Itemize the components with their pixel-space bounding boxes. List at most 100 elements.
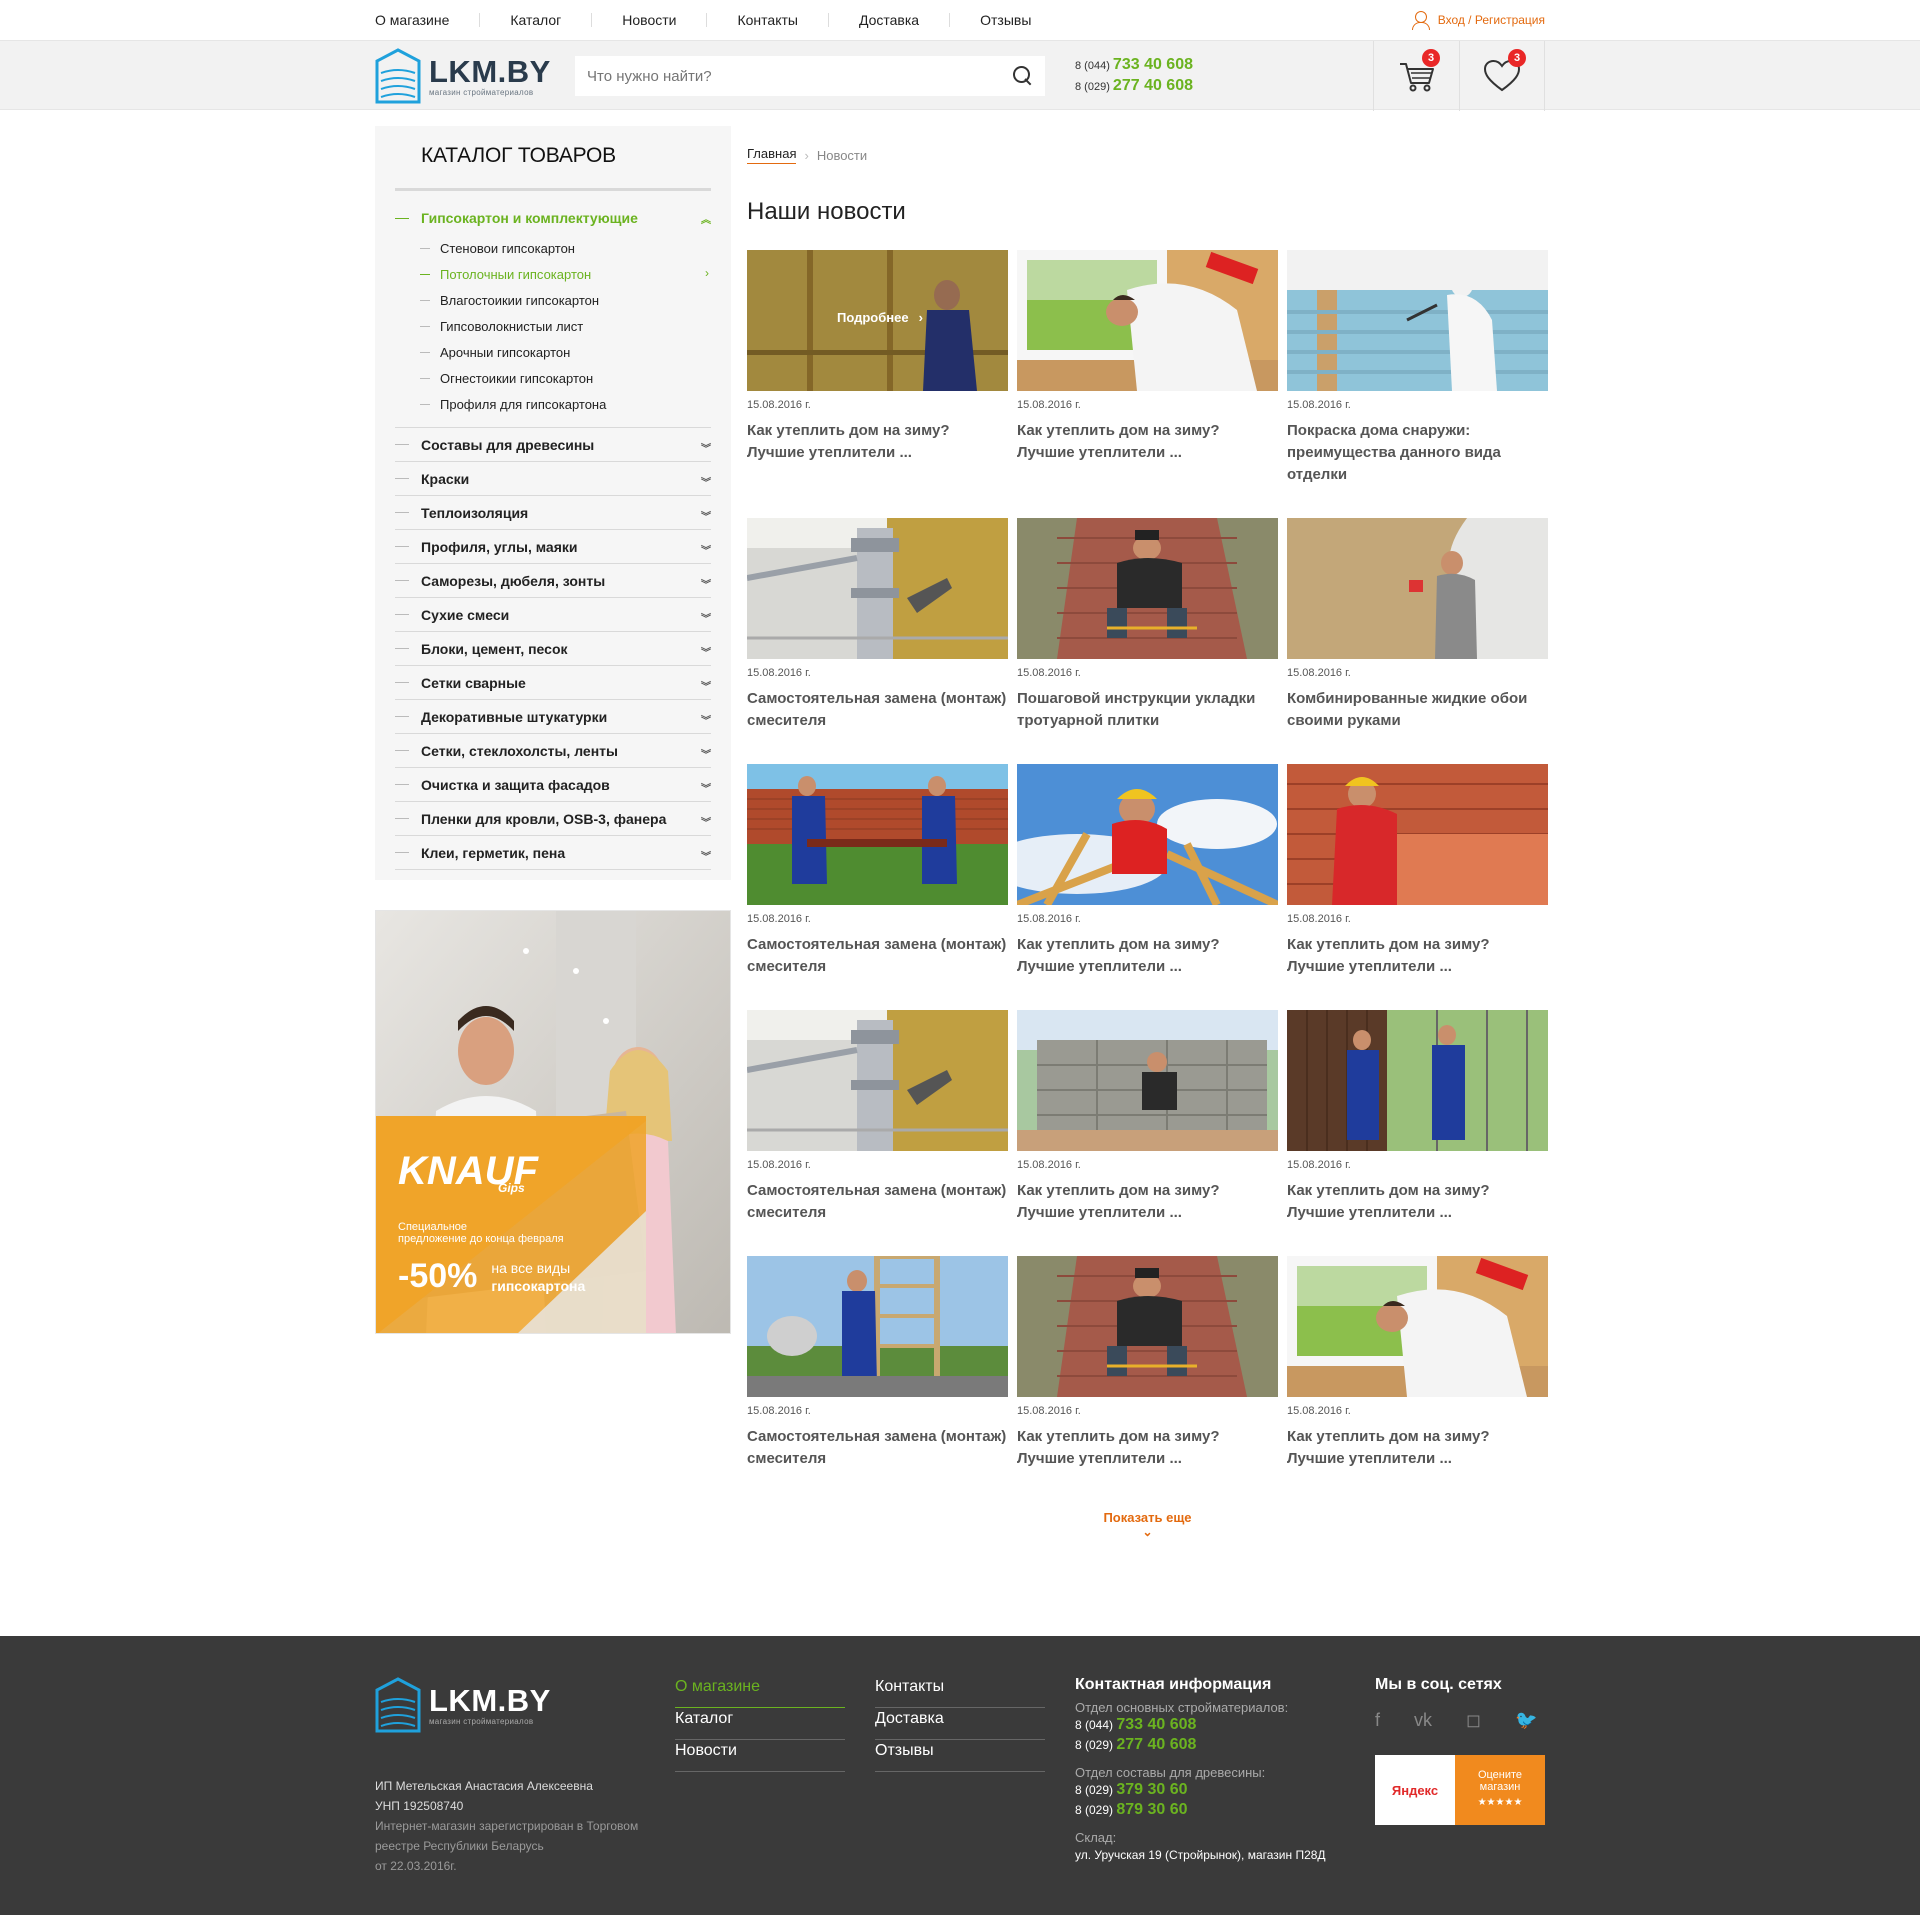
subcategory-item[interactable]: Стеновои гипсокартон — [395, 235, 711, 261]
category-item[interactable]: Саморезы, дюбеля, зонты ︾ — [395, 564, 711, 598]
search-icon[interactable] — [1013, 66, 1033, 86]
news-card[interactable]: 15.08.2016 г. Самостоятельная замена (мон… — [747, 1010, 1008, 1224]
cart-button[interactable]: 3 — [1373, 41, 1459, 111]
login-link[interactable]: Вход / Регистрация — [1411, 11, 1545, 30]
news-title[interactable]: Самостоятельная замена (монтаж) смесител… — [747, 1180, 1008, 1224]
news-card[interactable]: 15.08.2016 г. Пошаговой инструкции укладк… — [1017, 518, 1278, 732]
footer-link-about[interactable]: О магазине — [675, 1676, 845, 1708]
news-image[interactable] — [747, 764, 1008, 905]
news-card[interactable]: 15.08.2016 г. Как утеплить дом на зиму? Л… — [1287, 1256, 1548, 1470]
news-image[interactable] — [747, 1010, 1008, 1151]
news-image[interactable]: Подробнее › — [747, 250, 1008, 391]
news-image[interactable] — [1287, 518, 1548, 659]
news-title[interactable]: Как утеплить дом на зиму? Лучшие утеплит… — [1287, 1180, 1548, 1224]
news-card[interactable]: 15.08.2016 г. Как утеплить дом на зиму? Л… — [1287, 1010, 1548, 1224]
category-item[interactable]: Сухие смеси ︾ — [395, 598, 711, 632]
news-image[interactable] — [1287, 764, 1548, 905]
category-item[interactable]: Блоки, цемент, песок ︾ — [395, 632, 711, 666]
subcategory-item-active[interactable]: Потолочныи гипсокартон › — [395, 261, 711, 287]
news-title[interactable]: Самостоятельная замена (монтаж) смесител… — [747, 688, 1008, 732]
news-image[interactable] — [1017, 1256, 1278, 1397]
topnav-reviews[interactable]: Отзывы — [949, 13, 1061, 27]
news-card[interactable]: 15.08.2016 г. Как утеплить дом на зиму? Л… — [1017, 250, 1278, 486]
news-title[interactable]: Покраска дома снаружи: преимущества данн… — [1287, 420, 1548, 486]
phone-number[interactable]: 733 40 608 — [1116, 1716, 1196, 1733]
subcategory-item[interactable]: Арочныи гипсокартон — [395, 339, 711, 365]
news-card[interactable]: 15.08.2016 г. Как утеплить дом на зиму? Л… — [1017, 764, 1278, 978]
news-title[interactable]: Как утеплить дом на зиму? Лучшие утеплит… — [1017, 1180, 1278, 1224]
footer-logo[interactable]: LKM.BY магазин стройматериалов — [375, 1676, 575, 1734]
footer-link-news[interactable]: Новости — [675, 1740, 845, 1772]
news-title[interactable]: Пошаговой инструкции укладки тротуарной … — [1017, 688, 1278, 732]
news-card[interactable]: 15.08.2016 г. Как утеплить дом на зиму? Л… — [1017, 1010, 1278, 1224]
category-item[interactable]: Теплоизоляция ︾ — [395, 496, 711, 530]
knauf-promo-banner[interactable]: KNAUF Gips Специальное предложение до ко… — [375, 910, 731, 1334]
topnav-news[interactable]: Новости — [591, 13, 706, 27]
news-image[interactable] — [1017, 250, 1278, 391]
topnav-contacts[interactable]: Контакты — [706, 13, 827, 27]
subcategory-item[interactable]: Влагостоикии гипсокартон — [395, 287, 711, 313]
news-card[interactable]: 15.08.2016 г. Комбинированные жидкие обои… — [1287, 518, 1548, 732]
news-card[interactable]: 15.08.2016 г. Покраска дома снаружи: преи… — [1287, 250, 1548, 486]
news-card[interactable]: 15.08.2016 г. Как утеплить дом на зиму? Л… — [1287, 764, 1548, 978]
news-card[interactable]: 15.08.2016 г. Самостоятельная замена (мон… — [747, 1256, 1008, 1470]
subcategory-item[interactable]: Профиля для гипсокартона — [395, 391, 711, 417]
news-image[interactable] — [1017, 764, 1278, 905]
site-logo[interactable]: LKM.BY магазин стройматериалов — [375, 47, 575, 105]
subcategory-item[interactable]: Гипсоволокнистыи лист — [395, 313, 711, 339]
news-card[interactable]: 15.08.2016 г. Как утеплить дом на зиму? Л… — [1017, 1256, 1278, 1470]
news-title[interactable]: Как утеплить дом на зиму? Лучшие утеплит… — [1287, 934, 1548, 978]
category-item[interactable]: Декоративные штукатурки ︾ — [395, 700, 711, 734]
footer-link-catalog[interactable]: Каталог — [675, 1708, 845, 1740]
topnav-about[interactable]: О магазине — [375, 13, 479, 27]
news-image[interactable] — [1287, 250, 1548, 391]
category-item[interactable]: Пленки для кровли, OSB-3, фанера ︾ — [395, 802, 711, 836]
news-title[interactable]: Как утеплить дом на зиму? Лучшие утеплит… — [1287, 1426, 1548, 1470]
topnav-delivery[interactable]: Доставка — [827, 13, 949, 27]
search-input[interactable] — [587, 67, 1013, 85]
news-image[interactable] — [747, 1256, 1008, 1397]
news-card[interactable]: 15.08.2016 г. Самостоятельная замена (мон… — [747, 764, 1008, 978]
footer-link-delivery[interactable]: Доставка — [875, 1708, 1045, 1740]
news-card[interactable]: Подробнее › 15.08.2016 г. Как утеплить дом … — [747, 250, 1008, 486]
news-image[interactable] — [1287, 1256, 1548, 1397]
phone-number[interactable]: 379 30 60 — [1116, 1781, 1187, 1798]
category-item[interactable]: Профиля, углы, маяки ︾ — [395, 530, 711, 564]
category-item[interactable]: Очистка и защита фасадов ︾ — [395, 768, 711, 802]
news-card[interactable]: 15.08.2016 г. Самостоятельная замена (мон… — [747, 518, 1008, 732]
subcategory-item[interactable]: Огнестоикии гипсокартон — [395, 365, 711, 391]
category-item[interactable]: Краски ︾ — [395, 462, 711, 496]
phone-number[interactable]: 879 30 60 — [1116, 1801, 1187, 1818]
news-title[interactable]: Самостоятельная замена (монтаж) смесител… — [747, 934, 1008, 978]
news-title[interactable]: Как утеплить дом на зиму? Лучшие утеплит… — [1017, 1426, 1278, 1470]
category-item[interactable]: Сетки, стеклохолсты, ленты ︾ — [395, 734, 711, 768]
yandex-rating-widget[interactable]: Яндекс Оцените магазин ★★★★★ — [1375, 1755, 1545, 1825]
footer-link-reviews[interactable]: Отзывы — [875, 1740, 1045, 1772]
category-item[interactable]: Сетки сварные ︾ — [395, 666, 711, 700]
category-gypsum[interactable]: Гипсокартон и комплектующие ︽ — [395, 207, 711, 229]
news-image[interactable] — [1287, 1010, 1548, 1151]
category-item[interactable]: Составы для древесины ︾ — [395, 428, 711, 462]
news-image[interactable] — [1017, 1010, 1278, 1151]
twitter-icon[interactable]: 🐦 — [1515, 1710, 1537, 1731]
more-link[interactable]: Подробнее › — [837, 310, 923, 325]
footer-link-contacts[interactable]: Контакты — [875, 1676, 1045, 1708]
news-title[interactable]: Как утеплить дом на зиму? Лучшие утеплит… — [1017, 934, 1278, 978]
breadcrumb-home[interactable]: Главная — [747, 146, 797, 164]
news-title[interactable]: Как утеплить дом на зиму? Лучшие утеплит… — [1017, 420, 1278, 464]
instagram-icon[interactable]: ◻ — [1466, 1710, 1481, 1731]
phone1-number[interactable]: 733 40 608 — [1113, 56, 1193, 73]
phone2-number[interactable]: 277 40 608 — [1113, 77, 1193, 94]
news-title[interactable]: Самостоятельная замена (монтаж) смесител… — [747, 1426, 1008, 1470]
news-title[interactable]: Комбинированные жидкие обои своими рукам… — [1287, 688, 1548, 732]
vk-icon[interactable]: vk — [1414, 1710, 1432, 1731]
news-image[interactable] — [1017, 518, 1278, 659]
facebook-icon[interactable]: f — [1375, 1710, 1380, 1731]
favorites-button[interactable]: 3 — [1459, 41, 1545, 111]
news-image[interactable] — [747, 518, 1008, 659]
category-item[interactable]: Клеи, герметик, пена ︾ — [395, 836, 711, 870]
topnav-catalog[interactable]: Каталог — [479, 13, 591, 27]
news-title[interactable]: Как утеплить дом на зиму? Лучшие утеплит… — [747, 420, 1008, 464]
phone-number[interactable]: 277 40 608 — [1116, 1736, 1196, 1753]
show-more-button[interactable]: Показать еще ⌄ — [747, 1510, 1548, 1539]
